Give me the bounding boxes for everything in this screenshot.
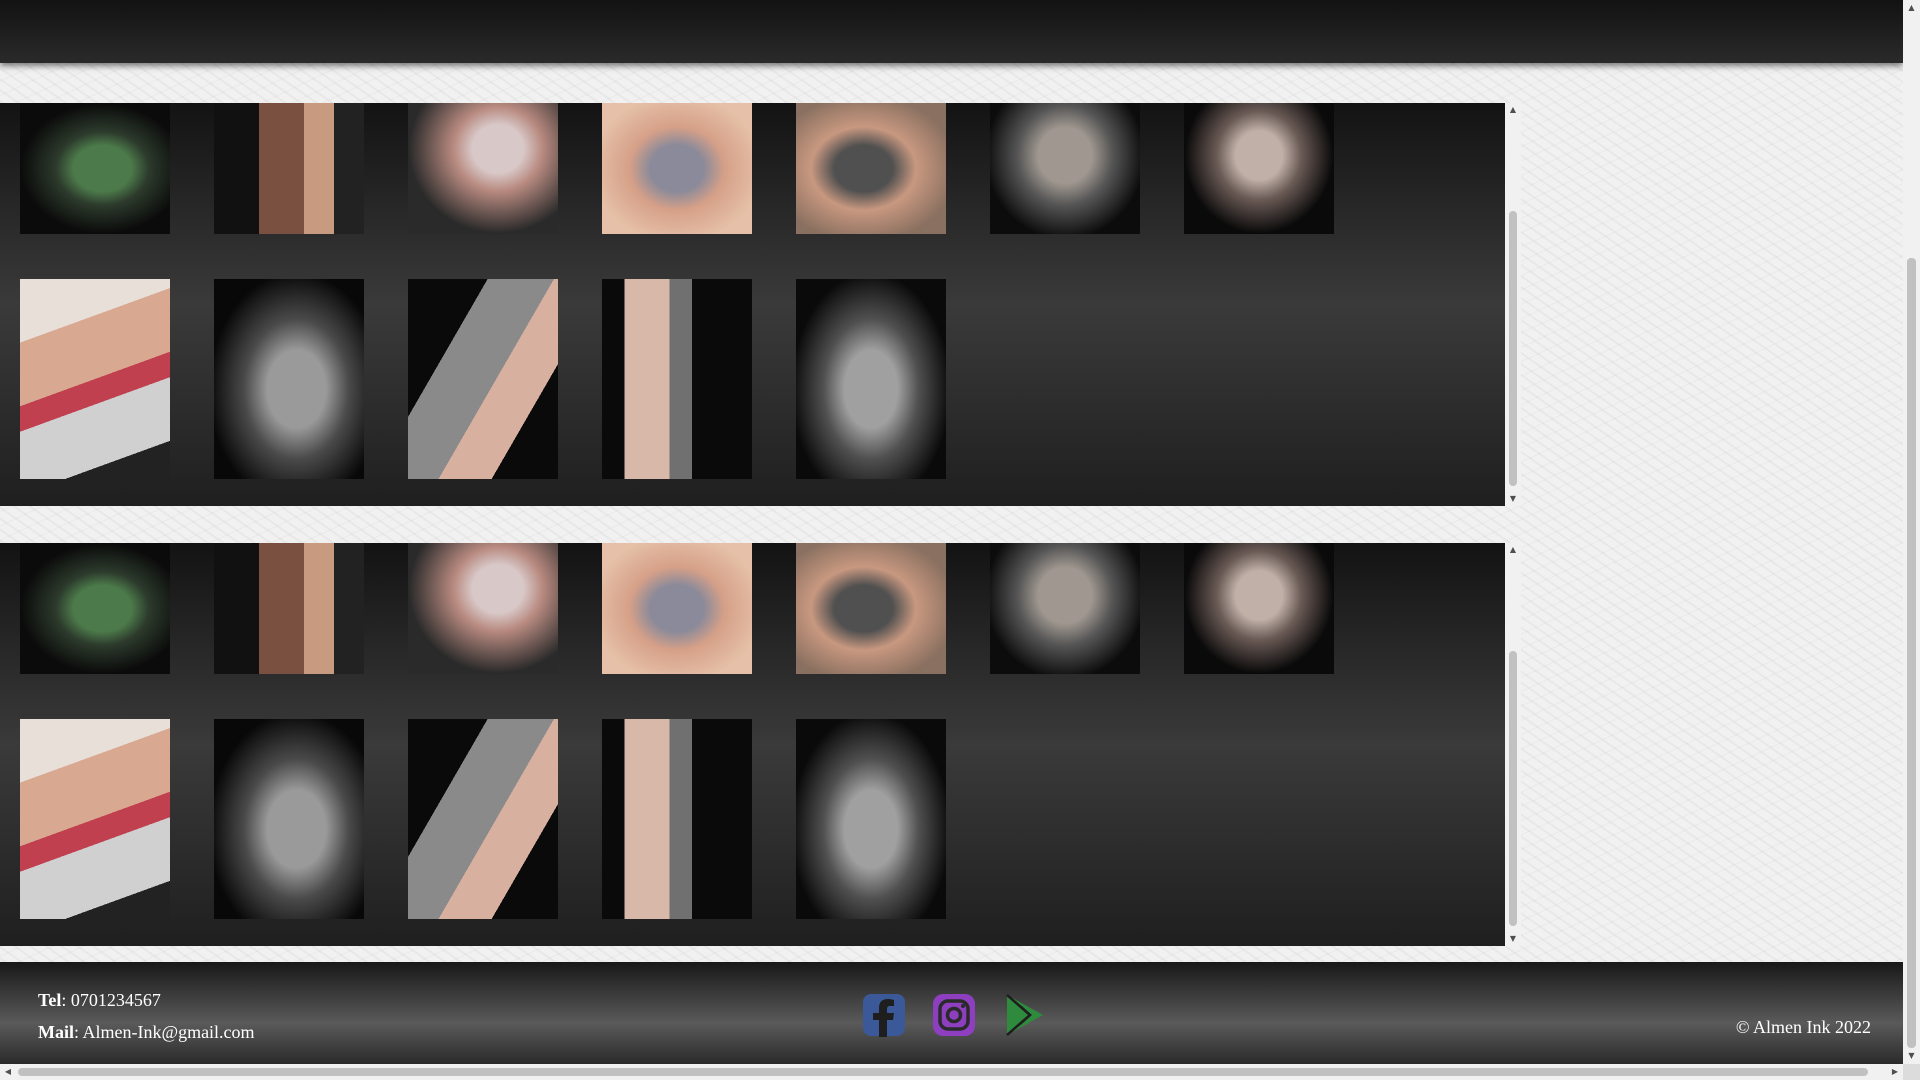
scrollbar-corner — [1903, 1064, 1920, 1080]
contact-info: Tel: 0701234567 Mail: Almen-Ink@gmail.co… — [38, 984, 255, 1048]
gallery-thumb[interactable] — [408, 543, 558, 674]
social-links — [862, 993, 1046, 1037]
scrollbar-thumb[interactable] — [1907, 258, 1916, 1048]
google-play-icon[interactable] — [1002, 993, 1046, 1037]
scroll-down-arrow-icon[interactable]: ▼ — [1903, 1048, 1920, 1064]
gallery-thumb[interactable] — [990, 103, 1140, 234]
scroll-up-arrow-icon[interactable]: ▲ — [1505, 103, 1521, 117]
gallery-panel-2[interactable] — [0, 543, 1505, 946]
scroll-right-arrow-icon[interactable]: ▶ — [1887, 1064, 1903, 1080]
gallery-thumb[interactable] — [20, 543, 170, 674]
gallery-thumb[interactable] — [602, 719, 752, 919]
instagram-icon[interactable] — [932, 993, 976, 1037]
mail-label: Mail — [38, 1022, 74, 1042]
gallery-thumb[interactable] — [990, 543, 1140, 674]
gallery-thumb[interactable] — [214, 103, 364, 234]
copyright-text: © Almen Ink 2022 — [1735, 1017, 1871, 1037]
gallery-thumb[interactable] — [1184, 543, 1334, 674]
gallery-thumb[interactable] — [602, 103, 752, 234]
gallery-thumb[interactable] — [602, 279, 752, 479]
phone-line: Tel: 0701234567 — [38, 984, 255, 1016]
mail-value[interactable]: : Almen-Ink@gmail.com — [74, 1022, 255, 1042]
gallery-2-scrollbar[interactable]: ▲ ▼ — [1505, 543, 1521, 946]
tel-value[interactable]: : 0701234567 — [61, 990, 161, 1010]
gallery-thumb[interactable] — [408, 103, 558, 234]
gallery-thumb[interactable] — [408, 279, 558, 479]
page-footer: Tel: 0701234567 Mail: Almen-Ink@gmail.co… — [0, 962, 1903, 1064]
scroll-down-arrow-icon[interactable]: ▼ — [1505, 492, 1521, 506]
page-vertical-scrollbar[interactable]: ▲ ▼ — [1903, 0, 1920, 1064]
mail-line: Mail: Almen-Ink@gmail.com — [38, 1016, 255, 1048]
gallery-thumb[interactable] — [20, 279, 170, 479]
gallery-thumb[interactable] — [408, 719, 558, 919]
gallery-thumb[interactable] — [796, 279, 946, 479]
scroll-up-arrow-icon[interactable]: ▲ — [1903, 0, 1920, 16]
gallery-panel-1[interactable] — [0, 103, 1505, 506]
scroll-up-arrow-icon[interactable]: ▲ — [1505, 543, 1521, 557]
gallery-1-scrollbar[interactable]: ▲ ▼ — [1505, 103, 1521, 506]
gallery-thumb[interactable] — [796, 543, 946, 674]
gallery-thumb[interactable] — [214, 719, 364, 919]
top-navigation-bar — [0, 0, 1903, 63]
gallery-thumb[interactable] — [20, 719, 170, 919]
gallery-thumb[interactable] — [602, 543, 752, 674]
gallery-thumb[interactable] — [796, 719, 946, 919]
scrollbar-thumb[interactable] — [1509, 211, 1517, 486]
tel-label: Tel — [38, 990, 62, 1010]
gallery-thumb[interactable] — [214, 279, 364, 479]
page-horizontal-scrollbar[interactable]: ◀ ▶ — [0, 1064, 1903, 1080]
gallery-thumb[interactable] — [1184, 103, 1334, 234]
gallery-thumb[interactable] — [796, 103, 946, 234]
scroll-down-arrow-icon[interactable]: ▼ — [1505, 932, 1521, 946]
scroll-left-arrow-icon[interactable]: ◀ — [0, 1064, 16, 1080]
scrollbar-thumb[interactable] — [1509, 651, 1517, 926]
facebook-icon[interactable] — [862, 993, 906, 1037]
scrollbar-thumb[interactable] — [18, 1068, 1868, 1076]
gallery-thumb[interactable] — [20, 103, 170, 234]
gallery-thumb[interactable] — [214, 543, 364, 674]
